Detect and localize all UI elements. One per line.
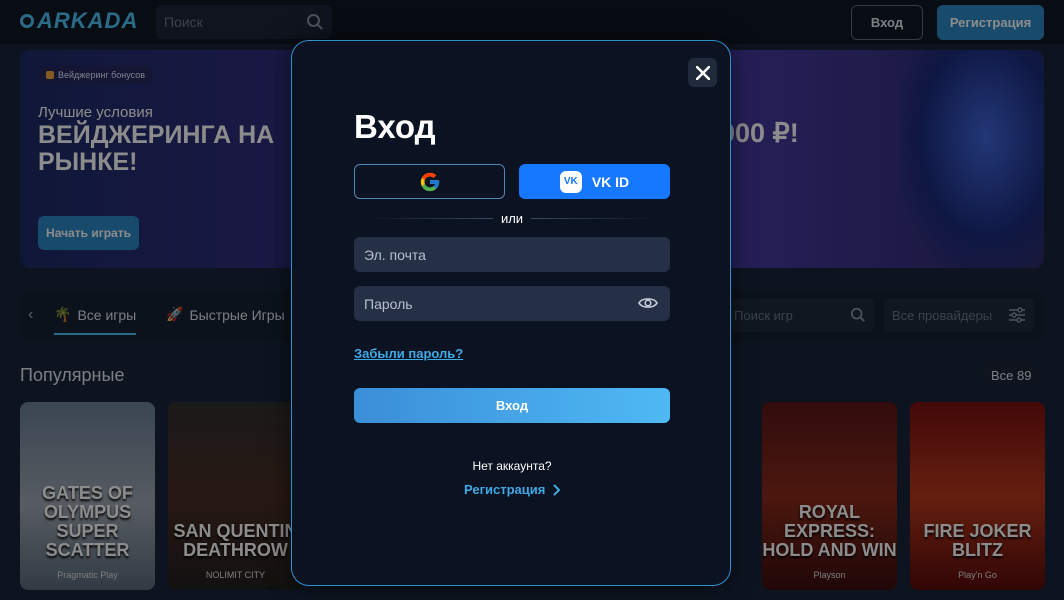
- banner-badge-label: Вейджеринг бонусов: [58, 70, 146, 80]
- popular-section-title: Популярные: [20, 365, 125, 385]
- header-register-button[interactable]: Регистрация: [937, 5, 1044, 40]
- tab-fast-games[interactable]: 🚀 Быстрые Игры: [166, 306, 285, 323]
- logo-text: ARKADA: [37, 8, 139, 33]
- game-card-title: ROYAL EXPRESS: HOLD AND WIN: [762, 502, 897, 560]
- banner-title: ВЕЙДЖЕРИНГА НА РЫНКЕ!: [38, 121, 275, 176]
- game-card-title: GATES OF OLYMPUS SUPER SCATTER: [42, 483, 133, 560]
- game-card[interactable]: SAN QUENTIN DEATHROW NOLIMIT CITY: [168, 402, 303, 590]
- or-divider: или: [364, 210, 661, 226]
- banner-amount: 000 ₽!: [720, 118, 799, 148]
- register-link[interactable]: Регистрация: [464, 482, 561, 497]
- search-icon: [307, 14, 323, 30]
- game-card-provider: Play'n Go: [958, 570, 997, 580]
- modal-title: Вход: [354, 108, 436, 145]
- tab-all-games[interactable]: 🌴 Все игры: [54, 306, 137, 335]
- header-search-placeholder: Поиск: [164, 14, 203, 30]
- banner-badge: Вейджеринг бонусов: [38, 66, 154, 84]
- header-login-button[interactable]: Вход: [851, 5, 923, 40]
- banner-character-image: [900, 50, 1044, 268]
- rocket-icon: 🚀: [166, 306, 184, 322]
- site-header: ARKADA Поиск Вход Регистрация: [0, 0, 1064, 44]
- providers-label: Все провайдеры: [892, 307, 993, 323]
- game-card-provider: Pragmatic Play: [57, 570, 118, 580]
- game-card-title: SAN QUENTIN DEATHROW: [173, 521, 298, 560]
- search-icon: [850, 307, 865, 322]
- banner-cta-button[interactable]: Начать играть: [38, 216, 139, 250]
- email-field[interactable]: [354, 237, 670, 272]
- tab-label: Все игры: [77, 306, 137, 323]
- no-account-text: Нет аккаунта?: [472, 459, 552, 473]
- divider-text: или: [500, 210, 524, 226]
- close-button[interactable]: [688, 58, 717, 87]
- site-logo[interactable]: ARKADA: [20, 8, 138, 34]
- filter-icon: [1009, 307, 1025, 323]
- divider-line: [531, 217, 661, 219]
- google-icon: [420, 172, 439, 191]
- game-search-input[interactable]: Поиск игр: [726, 298, 874, 332]
- game-card-title: FIRE JOKER BLITZ: [923, 521, 1032, 560]
- game-card[interactable]: ROYAL EXPRESS: HOLD AND WIN Playson: [762, 402, 897, 590]
- tab-label: Быстрые Игры: [189, 306, 285, 323]
- login-modal: Вход VK VK ID или Забыли пароль? Вход Не…: [291, 40, 731, 586]
- game-card[interactable]: FIRE JOKER BLITZ Play'n Go: [910, 402, 1045, 590]
- vk-login-button[interactable]: VK VK ID: [519, 164, 670, 199]
- header-search[interactable]: Поиск: [156, 5, 332, 39]
- game-search-placeholder: Поиск игр: [734, 307, 793, 323]
- google-login-button[interactable]: [354, 164, 505, 199]
- chevron-right-icon: [553, 484, 561, 495]
- bag-icon: [46, 71, 54, 79]
- eye-icon[interactable]: [638, 296, 658, 310]
- password-field[interactable]: [354, 286, 670, 321]
- palm-icon: 🌴: [54, 306, 72, 322]
- see-all-button[interactable]: Все 89: [981, 364, 1042, 386]
- chevron-left-icon[interactable]: ‹: [28, 306, 33, 324]
- forgot-password-link[interactable]: Забыли пароль?: [354, 346, 463, 361]
- game-card-provider: NOLIMIT CITY: [205, 570, 266, 580]
- login-submit-button[interactable]: Вход: [354, 388, 670, 423]
- logo-icon: [20, 14, 34, 28]
- game-card[interactable]: GATES OF OLYMPUS SUPER SCATTER Pragmatic…: [20, 402, 155, 590]
- register-link-label: Регистрация: [464, 482, 546, 497]
- close-icon: [695, 65, 710, 80]
- game-card-provider: Playson: [813, 570, 846, 580]
- providers-filter[interactable]: Все провайдеры: [884, 298, 1034, 332]
- divider-line: [364, 217, 493, 219]
- vk-icon: VK: [559, 170, 582, 193]
- vk-login-label: VK ID: [591, 173, 630, 190]
- banner-subtitle: Лучшие условия: [38, 104, 153, 121]
